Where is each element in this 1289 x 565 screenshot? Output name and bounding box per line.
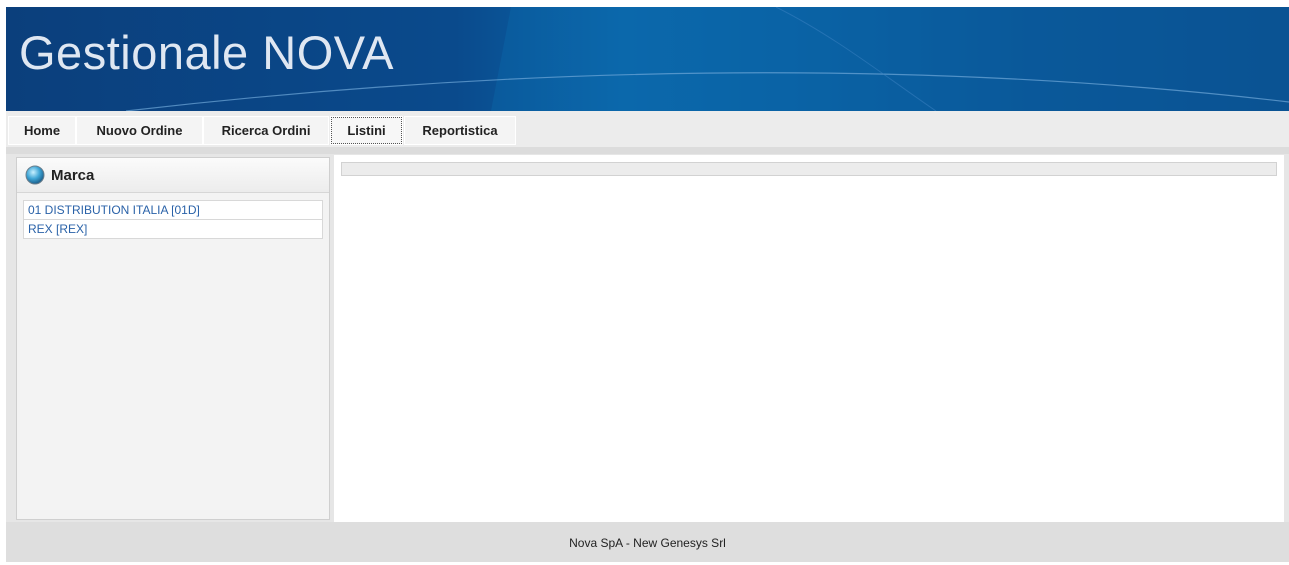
brand-item-rex[interactable]: REX [REX] <box>23 220 323 239</box>
main-nav: Home Nuovo Ordine Ricerca Ordini Listini… <box>6 111 1289 147</box>
detail-panel-header <box>341 162 1277 176</box>
tab-ricerca-ordini[interactable]: Ricerca Ordini <box>203 116 329 145</box>
app-title: Gestionale NOVA <box>19 26 394 79</box>
tab-reportistica[interactable]: Reportistica <box>404 116 516 145</box>
main-content: Marca 01 DISTRIBUTION ITALIA [01D] REX [… <box>14 155 1284 522</box>
brand-panel-header: Marca <box>17 158 329 193</box>
brand-panel-title: Marca <box>51 167 95 184</box>
globe-icon <box>25 165 45 185</box>
footer: Nova SpA - New Genesys Srl <box>6 522 1289 562</box>
header-banner: Gestionale NOVA <box>6 7 1289 111</box>
brand-list: 01 DISTRIBUTION ITALIA [01D] REX [REX] <box>23 200 323 239</box>
page-frame: Gestionale NOVA Home Nuovo Ordine Ricerc… <box>6 7 1289 562</box>
nav-divider <box>6 147 1289 154</box>
tab-listini[interactable]: Listini <box>330 116 403 145</box>
tab-home[interactable]: Home <box>8 116 76 145</box>
brand-item-01d[interactable]: 01 DISTRIBUTION ITALIA [01D] <box>23 200 323 220</box>
tab-nuovo-ordine[interactable]: Nuovo Ordine <box>76 116 203 145</box>
detail-panel <box>334 155 1284 522</box>
brand-panel: Marca 01 DISTRIBUTION ITALIA [01D] REX [… <box>16 157 330 520</box>
